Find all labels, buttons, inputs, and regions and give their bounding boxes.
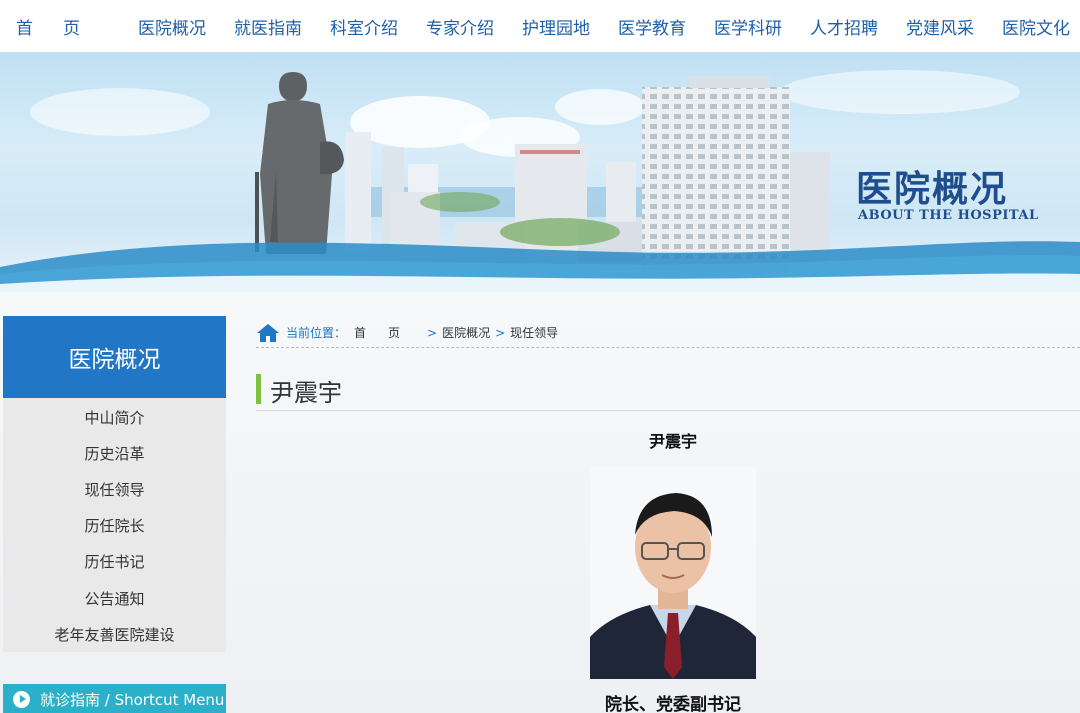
shortcut-menu-label: 就诊指南 / Shortcut Menu: [40, 690, 225, 709]
nav-item-departments[interactable]: 科室介绍: [316, 14, 412, 39]
sidebar-item-intro[interactable]: 中山简介: [3, 399, 226, 435]
sidebar-item-notices[interactable]: 公告通知: [3, 580, 226, 616]
nav-item-culture[interactable]: 医院文化: [988, 14, 1080, 39]
nav-item-research[interactable]: 医学科研: [700, 14, 796, 39]
person-name: 尹震宇: [648, 432, 697, 451]
shortcut-menu-button[interactable]: 就诊指南 / Shortcut Menu: [3, 684, 226, 713]
portrait-photo: [590, 467, 756, 679]
top-nav: 首页 医院概况 就医指南 科室介绍 专家介绍 护理园地 医学教育 医学科研 人才…: [0, 0, 1080, 52]
nav-item-education[interactable]: 医学教育: [604, 14, 700, 39]
breadcrumb-label: 当前位置：: [286, 326, 347, 340]
play-circle-icon: [13, 690, 30, 708]
nav-item-party[interactable]: 党建风采: [892, 14, 988, 39]
sidebar-item-history[interactable]: 历史沿革: [3, 435, 226, 471]
sidebar-menu: 中山简介 历史沿革 现任领导 历任院长 历任书记 公告通知 老年友善医院建设: [3, 398, 226, 652]
breadcrumb-home[interactable]: 首页: [354, 324, 422, 341]
banner-subtitle: ABOUT THE HOSPITAL: [858, 208, 1039, 223]
person-title: 院长、党委副书记: [605, 695, 741, 713]
sidebar-item-former-secretaries[interactable]: 历任书记: [3, 544, 226, 580]
nav-item-experts[interactable]: 专家介绍: [412, 14, 508, 39]
nav-item-home[interactable]: 首页: [0, 14, 124, 39]
page-heading: 尹震宇: [256, 372, 1080, 411]
sidebar-item-elder-friendly[interactable]: 老年友善医院建设: [3, 616, 226, 652]
breadcrumb-separator: >: [427, 325, 438, 340]
home-icon: [257, 323, 279, 342]
breadcrumb-current[interactable]: 现任领导: [510, 324, 558, 341]
nav-item-guide[interactable]: 就医指南: [220, 14, 316, 39]
breadcrumb-separator: >: [495, 325, 506, 340]
banner-title: 医院概况: [856, 168, 1009, 210]
page-title: 尹震宇: [270, 379, 342, 407]
heading-accent-bar: [256, 374, 261, 404]
breadcrumb: 当前位置： 首页 > 医院概况 > 现任领导: [256, 318, 1080, 348]
portrait-illustration: [590, 467, 756, 679]
nav-item-recruitment[interactable]: 人才招聘: [796, 14, 892, 39]
sidebar-item-former-presidents[interactable]: 历任院长: [3, 508, 226, 544]
nav-item-nursing[interactable]: 护理园地: [508, 14, 604, 39]
sidebar-heading: 医院概况: [3, 316, 226, 398]
sidebar-item-current-leaders[interactable]: 现任领导: [3, 471, 226, 507]
banner: 医院概况 ABOUT THE HOSPITAL: [0, 52, 1080, 292]
nav-item-about[interactable]: 医院概况: [124, 14, 220, 39]
breadcrumb-about[interactable]: 医院概况: [442, 324, 490, 341]
